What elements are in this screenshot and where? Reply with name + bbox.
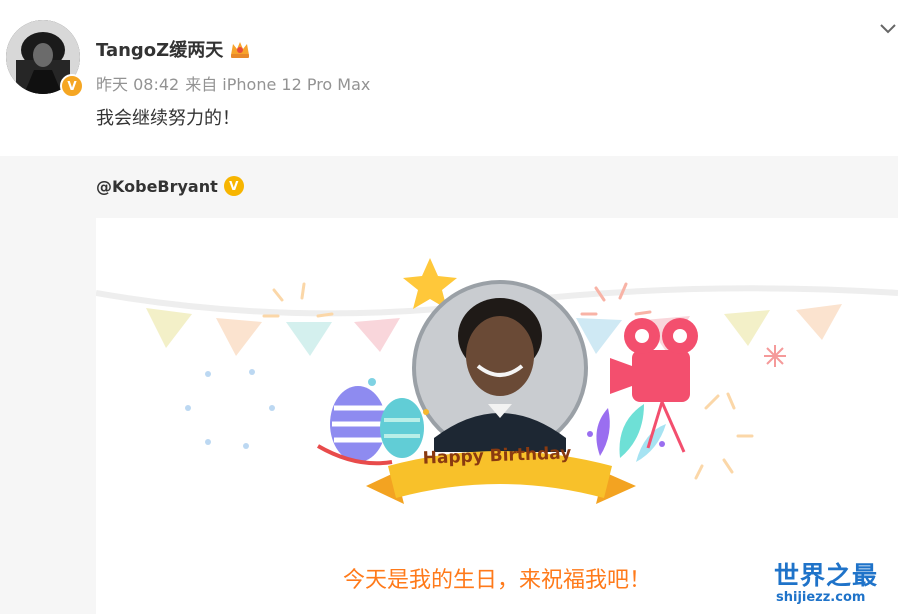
repost-container[interactable]: @KobeBryant V Happy Birthday 今天是我的生日，来祝福…: [0, 156, 898, 614]
post-time[interactable]: 昨天 08:42: [96, 71, 179, 95]
weibo-post-header: V TangoZ缓两天 昨天 08:42 来自 iPhone 12 Pro Ma…: [0, 0, 898, 156]
birthday-card[interactable]: Happy Birthday 今天是我的生日，来祝福我吧！: [96, 218, 898, 614]
birthday-illustration: [96, 258, 898, 504]
username[interactable]: TangoZ缓两天: [96, 36, 223, 62]
gold-v-icon: V: [223, 176, 244, 196]
post-source: 来自 iPhone 12 Pro Max: [185, 75, 371, 94]
chevron-down-icon[interactable]: [878, 18, 898, 38]
verified-badge-icon: V: [60, 74, 84, 98]
watermark-url: shijiezz.com: [776, 590, 866, 605]
watermark: 世界之最 shijiezz.com: [774, 556, 894, 605]
post-text: 我会继续努力的！: [96, 108, 240, 129]
crown-icon: [231, 42, 250, 58]
post-meta: 昨天 08:42 来自 iPhone 12 Pro Max: [96, 71, 370, 95]
repost-author-name[interactable]: @KobeBryant: [96, 177, 218, 196]
avatar[interactable]: V: [6, 20, 84, 98]
watermark-title: 世界之最: [774, 561, 879, 590]
